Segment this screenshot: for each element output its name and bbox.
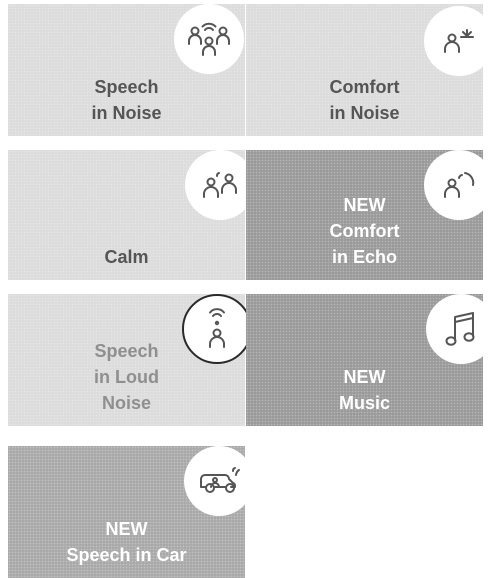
- comfort-in-echo-icon: [424, 150, 494, 220]
- car-icon: [184, 446, 254, 516]
- speech-in-loud-noise-icon: [182, 294, 252, 364]
- program-label: NEW Speech in Car: [66, 519, 187, 565]
- music-note-icon: [426, 294, 496, 364]
- program-label: Comfort in Noise: [329, 77, 400, 123]
- calm-icon: [185, 150, 255, 220]
- program-label: Calm: [104, 247, 149, 267]
- speech-in-noise-icon: [174, 4, 244, 74]
- program-label: Speech in Noise: [91, 77, 162, 123]
- comfort-in-noise-icon: [424, 6, 494, 76]
- program-label: NEW Music: [338, 367, 390, 413]
